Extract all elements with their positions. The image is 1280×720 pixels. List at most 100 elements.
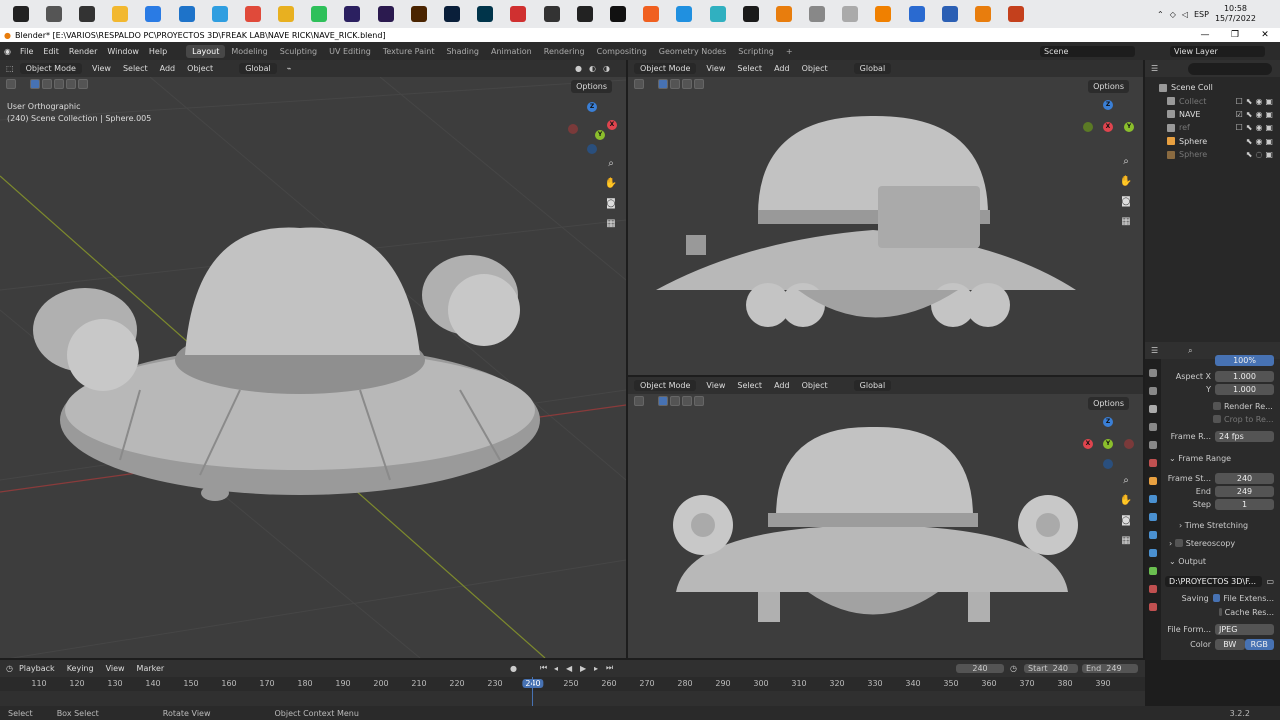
gizmo-x[interactable]: X [1083, 439, 1093, 449]
tool-icon[interactable] [634, 79, 644, 89]
gizmo-x[interactable]: X [607, 120, 617, 130]
color-mode-toggle[interactable]: Color BW RGB [1165, 638, 1274, 650]
transform-orientation-dropdown[interactable]: Global [239, 63, 277, 74]
aspect-x-field[interactable]: Aspect X 1.000 [1165, 370, 1274, 382]
edge-icon[interactable] [211, 6, 228, 22]
tab-animation[interactable]: Animation [485, 45, 538, 58]
app-blue-icon[interactable] [676, 6, 693, 22]
grid-view-icon[interactable]: ▦ [604, 218, 618, 229]
app-blue2-icon[interactable] [908, 6, 925, 22]
store-icon[interactable] [145, 6, 162, 22]
menu-marker[interactable]: Marker [131, 664, 171, 673]
shading-solid-icon[interactable]: ● [575, 64, 582, 73]
outliner-editor-icon[interactable]: ☰ [1151, 64, 1158, 73]
world-tab-icon[interactable] [1149, 459, 1157, 467]
chrome-icon[interactable] [278, 6, 295, 22]
tray-language[interactable]: ESP [1194, 10, 1209, 19]
menu-add[interactable]: Add [768, 64, 796, 73]
camera-icon[interactable]: ◙ [1119, 196, 1133, 207]
menu-help[interactable]: Help [144, 47, 172, 56]
menu-render[interactable]: Render [64, 47, 102, 56]
select-extend-icon[interactable] [670, 396, 680, 406]
pt-icon[interactable] [742, 6, 759, 22]
mail-icon[interactable] [178, 6, 195, 22]
outliner-row-scene-collection[interactable]: Scene Coll [1145, 81, 1280, 94]
tool-icon[interactable] [6, 79, 16, 89]
tool-tab-icon[interactable] [1149, 369, 1157, 377]
menu-view[interactable]: View [700, 381, 731, 390]
crop-region-checkbox[interactable]: Crop to Re... [1165, 413, 1274, 425]
premiere-icon[interactable] [377, 6, 394, 22]
gizmo-neg-z[interactable] [1103, 459, 1113, 469]
particles-tab-icon[interactable] [1149, 513, 1157, 521]
menu-select[interactable]: Select [731, 381, 768, 390]
timeline-ruler[interactable]: 110 120 130 140 150 160 170 180 190 200 210 220 230 2… [0, 677, 1145, 691]
tab-sculpting[interactable]: Sculpting [274, 45, 323, 58]
play-icon[interactable]: ▶ [580, 664, 586, 673]
time-stretching-section[interactable]: › Time Stretching [1165, 519, 1274, 531]
pan-hand-icon[interactable]: ✋ [604, 178, 618, 189]
powerpoint-icon[interactable] [1008, 6, 1025, 22]
menu-edit[interactable]: Edit [38, 47, 64, 56]
select-subtract-icon[interactable] [54, 79, 64, 89]
tab-geometry-nodes[interactable]: Geometry Nodes [653, 45, 732, 58]
folder-icon[interactable]: ▭ [1262, 577, 1274, 586]
cache-result-checkbox[interactable]: Cache Res... [1165, 606, 1274, 618]
gizmo-y[interactable]: Y [595, 130, 605, 140]
menu-add[interactable]: Add [768, 381, 796, 390]
tab-shading[interactable]: Shading [440, 45, 485, 58]
material-tab-icon[interactable] [1149, 585, 1157, 593]
pan-hand-icon[interactable]: ✋ [1119, 176, 1133, 187]
output-section[interactable]: ⌄ Output [1165, 555, 1274, 567]
inkscape-icon[interactable] [543, 6, 560, 22]
gizmo-neg-y[interactable] [1083, 122, 1093, 132]
jump-start-icon[interactable]: ⏮ [540, 663, 547, 673]
viewport-main[interactable]: ⬚ Object Mode View Select Add Object Glo… [0, 60, 626, 658]
viewport-right-bottom[interactable]: Object Mode View Select Add Object Globa… [628, 377, 1143, 658]
select-invert-icon[interactable] [694, 79, 704, 89]
add-workspace-button[interactable]: + [780, 45, 799, 58]
camera-icon[interactable]: ◙ [604, 198, 618, 209]
tool-icon[interactable] [634, 396, 644, 406]
frame-end-field[interactable]: End 249 [1165, 485, 1274, 497]
visibility-icons[interactable]: ☑⬉◉▣ [1236, 110, 1276, 119]
app-gray2-icon[interactable] [842, 6, 859, 22]
options-button[interactable]: Options [1088, 397, 1129, 410]
minimize-button[interactable]: — [1190, 28, 1220, 42]
select-new-icon[interactable] [658, 79, 668, 89]
shading-rendered-icon[interactable]: ◑ [603, 64, 610, 73]
data-tab-icon[interactable] [1149, 567, 1157, 575]
select-invert-icon[interactable] [66, 79, 76, 89]
grid-view-icon[interactable]: ▦ [1119, 216, 1133, 227]
file-extensions-checkbox[interactable]: Saving File Extens... [1165, 592, 1274, 604]
menu-window[interactable]: Window [102, 47, 144, 56]
physics-tab-icon[interactable] [1149, 531, 1157, 539]
end-frame-field[interactable]: End 249 [1082, 663, 1138, 673]
gizmo-neg-z[interactable] [587, 144, 597, 154]
gizmo-z[interactable]: Z [587, 102, 597, 112]
view-layer-tab-icon[interactable] [1149, 423, 1157, 431]
word-icon[interactable] [941, 6, 958, 22]
render-region-checkbox[interactable]: Render Re... [1165, 400, 1274, 412]
outliner-row-collection[interactable]: Collect ☐⬉◉▣ [1145, 94, 1280, 107]
step-back-icon[interactable]: ◂ [554, 664, 558, 673]
app-gray-icon[interactable] [809, 6, 826, 22]
gizmo-y[interactable]: Y [1124, 122, 1134, 132]
visibility-icons[interactable]: ☐⬉◉▣ [1236, 97, 1276, 106]
after-effects-icon[interactable] [344, 6, 361, 22]
app-cyan-icon[interactable] [709, 6, 726, 22]
illustrator-icon[interactable] [410, 6, 427, 22]
tab-scripting[interactable]: Scripting [732, 45, 780, 58]
task-view-icon[interactable] [78, 6, 95, 22]
windows-start-icon[interactable] [12, 6, 29, 22]
scene-selector[interactable]: Scene [1040, 45, 1135, 57]
shading-material-icon[interactable]: ◐ [589, 64, 596, 73]
gizmo-y[interactable]: Y [1103, 439, 1113, 449]
render-tab-icon[interactable] [1149, 387, 1157, 395]
navigation-gizmo[interactable]: Z X Y [567, 102, 623, 158]
menu-keying[interactable]: Keying [61, 664, 100, 673]
tray-network-icon[interactable]: ◇ [1170, 10, 1176, 19]
gizmo-neg-x[interactable] [1124, 439, 1134, 449]
file-format-dropdown[interactable]: File Form... JPEG [1165, 623, 1274, 635]
file-explorer-icon[interactable] [112, 6, 129, 22]
